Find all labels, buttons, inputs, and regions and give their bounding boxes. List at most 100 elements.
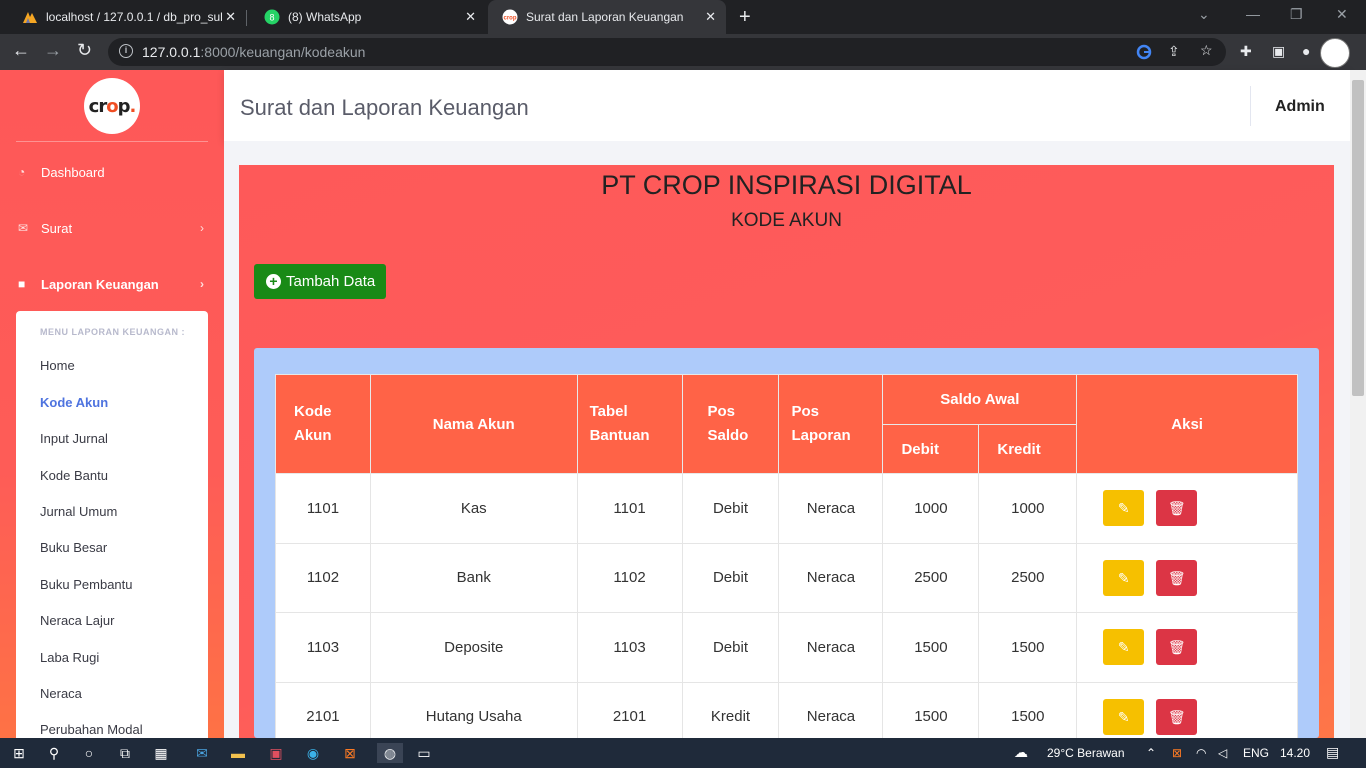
- delete-button[interactable]: 🗑: [1156, 698, 1198, 735]
- new-tab-icon[interactable]: +: [739, 6, 751, 29]
- company-name: PT CROP INSPIRASI DIGITAL: [601, 170, 972, 200]
- volume-icon[interactable]: ◁: [1218, 746, 1227, 760]
- search-icon[interactable]: ⚲: [44, 743, 64, 763]
- address-bar[interactable]: i 127.0.0.1:8000/keuangan/kodeakun ⇪ ☆: [108, 38, 1226, 66]
- submenu-item-buku-besar[interactable]: Buku Besar: [40, 540, 107, 555]
- submenu-item-jurnal-umum[interactable]: Jurnal Umum: [40, 504, 117, 519]
- avatar[interactable]: [1320, 38, 1350, 68]
- xampp-tray-icon[interactable]: ⊠: [1172, 746, 1182, 760]
- wifi-icon[interactable]: ◠: [1196, 746, 1206, 760]
- sidebar-item-surat[interactable]: ✉ Surat ›: [18, 218, 206, 238]
- site-info-icon[interactable]: i: [119, 44, 133, 58]
- delete-button[interactable]: 🗑: [1156, 559, 1198, 596]
- crop-favicon-icon: crop: [502, 9, 518, 25]
- sidebar-item-laporan-keuangan[interactable]: ■ Laporan Keuangan ›: [18, 274, 206, 294]
- sidebar-item-label: Dashboard: [41, 164, 105, 180]
- envelope-icon: ✉: [18, 221, 29, 235]
- back-icon[interactable]: ←: [12, 40, 30, 61]
- windows-start-icon[interactable]: ⊞: [9, 743, 29, 763]
- tab-whatsapp[interactable]: 8 (8) WhatsApp ✕: [250, 0, 486, 34]
- side-panel-icon[interactable]: ▣: [1272, 43, 1285, 60]
- submenu-item-neraca-lajur[interactable]: Neraca Lajur: [40, 613, 114, 628]
- tab-search-icon[interactable]: ⌄: [1198, 6, 1210, 23]
- close-tab-icon[interactable]: ✕: [465, 9, 476, 25]
- scrollbar-thumb[interactable]: [1352, 80, 1364, 396]
- weather-text[interactable]: 29°C Berawan: [1047, 746, 1125, 760]
- chrome-icon[interactable]: ◍: [377, 743, 403, 763]
- store-icon[interactable]: ▦: [151, 743, 171, 763]
- cell-nama: Kas: [369, 473, 578, 544]
- close-tab-icon[interactable]: ✕: [225, 9, 236, 25]
- cell-kredit: 2500: [978, 542, 1078, 613]
- cell-nama: Deposite: [369, 612, 578, 683]
- cell-kode: 1101: [275, 473, 371, 544]
- notification-icon[interactable]: ▤: [1326, 744, 1339, 761]
- weather-icon: ☁: [1014, 744, 1028, 760]
- header-nama-akun: Nama Akun: [369, 374, 578, 474]
- cell-kode: 1103: [275, 612, 371, 683]
- submenu-item-input-jurnal[interactable]: Input Jurnal: [40, 431, 108, 446]
- reload-icon[interactable]: ↻: [77, 40, 92, 61]
- submenu-item-home[interactable]: Home: [40, 358, 75, 373]
- cell-kode: 1102: [275, 542, 371, 613]
- cell-debit: 1500: [882, 612, 980, 683]
- sidebar-divider: [16, 141, 208, 142]
- terminal-icon[interactable]: ▭: [414, 743, 434, 763]
- submenu-item-kode-bantu[interactable]: Kode Bantu: [40, 468, 108, 483]
- tab-title: Surat dan Laporan Keuangan: [526, 10, 684, 24]
- submenu-item-perubahan-modal[interactable]: Perubahan Modal: [40, 722, 143, 737]
- mail-icon[interactable]: ✉: [192, 743, 212, 763]
- chevron-right-icon: ›: [200, 221, 204, 235]
- extensions-icon[interactable]: ✚: [1240, 43, 1252, 60]
- plus-circle-icon: +: [266, 274, 281, 289]
- add-data-button[interactable]: + Tambah Data: [254, 264, 386, 299]
- xampp-icon[interactable]: ⊠: [340, 743, 360, 763]
- restore-icon[interactable]: ❐: [1290, 6, 1303, 23]
- edit-button[interactable]: ✎: [1103, 698, 1145, 735]
- close-window-icon[interactable]: ✕: [1336, 6, 1348, 23]
- tab-phpmyadmin[interactable]: localhost / 127.0.0.1 / db_pro_sul ✕: [8, 0, 246, 34]
- table-row: 1101 Kas 1101 Debit Neraca 1000 1000 ✎ 🗑: [275, 473, 1298, 544]
- submenu-item-neraca[interactable]: Neraca: [40, 686, 82, 701]
- main-panel: PT CROP INSPIRASI DIGITAL KODE AKUN + Ta…: [239, 165, 1334, 752]
- tray-chevron-icon[interactable]: ⌃: [1146, 746, 1156, 760]
- task-view-icon[interactable]: ⧉: [115, 743, 135, 763]
- submenu-item-buku-pembantu[interactable]: Buku Pembantu: [40, 577, 133, 592]
- cortana-icon[interactable]: ○: [79, 743, 99, 763]
- google-icon[interactable]: [1136, 44, 1152, 63]
- page-title: Surat dan Laporan Keuangan: [240, 95, 529, 120]
- submenu-item-laba-rugi[interactable]: Laba Rugi: [40, 650, 99, 665]
- cell-aksi: ✎ 🗑: [1076, 473, 1298, 544]
- cell-pos-laporan: Neraca: [778, 473, 884, 544]
- submenu-header: MENU LAPORAN KEUANGAN :: [40, 327, 185, 337]
- sidebar-item-label: Surat: [41, 220, 73, 236]
- minimize-icon[interactable]: —: [1246, 6, 1260, 22]
- clock[interactable]: 14.20: [1280, 746, 1310, 760]
- submenu-item-kode-akun[interactable]: Kode Akun: [40, 395, 108, 410]
- cell-pos-saldo: Debit: [681, 542, 780, 613]
- share-icon[interactable]: ⇪: [1168, 43, 1180, 60]
- close-tab-icon[interactable]: ✕: [705, 9, 716, 25]
- forward-icon[interactable]: →: [44, 40, 62, 61]
- profile-icon[interactable]: ●: [1302, 43, 1310, 59]
- gift-icon[interactable]: ▣: [266, 743, 286, 763]
- edit-button[interactable]: ✎: [1103, 629, 1145, 666]
- trash-icon: 🗑: [1167, 569, 1186, 586]
- page-scrollbar[interactable]: [1350, 70, 1366, 738]
- edit-button[interactable]: ✎: [1103, 490, 1145, 527]
- company-logo[interactable]: crop.: [84, 78, 140, 134]
- file-explorer-icon[interactable]: ▬: [228, 743, 248, 763]
- delete-button[interactable]: 🗑: [1156, 629, 1198, 666]
- user-menu[interactable]: Admin: [1275, 98, 1325, 116]
- sidebar-item-dashboard[interactable]: ◔ Dashboard: [18, 162, 206, 182]
- bookmark-star-icon[interactable]: ☆: [1200, 42, 1213, 59]
- language-indicator[interactable]: ENG: [1243, 746, 1269, 760]
- delete-button[interactable]: 🗑: [1156, 490, 1198, 527]
- cell-aksi: ✎ 🗑: [1076, 612, 1298, 683]
- tab-surat-laporan[interactable]: crop Surat dan Laporan Keuangan ✕: [488, 0, 726, 34]
- tab-title: localhost / 127.0.0.1 / db_pro_sul: [46, 10, 222, 24]
- edge-icon[interactable]: ◉: [303, 743, 323, 763]
- add-data-label: Tambah Data: [286, 273, 376, 290]
- edit-button[interactable]: ✎: [1103, 559, 1145, 596]
- phpmyadmin-icon: [22, 9, 38, 25]
